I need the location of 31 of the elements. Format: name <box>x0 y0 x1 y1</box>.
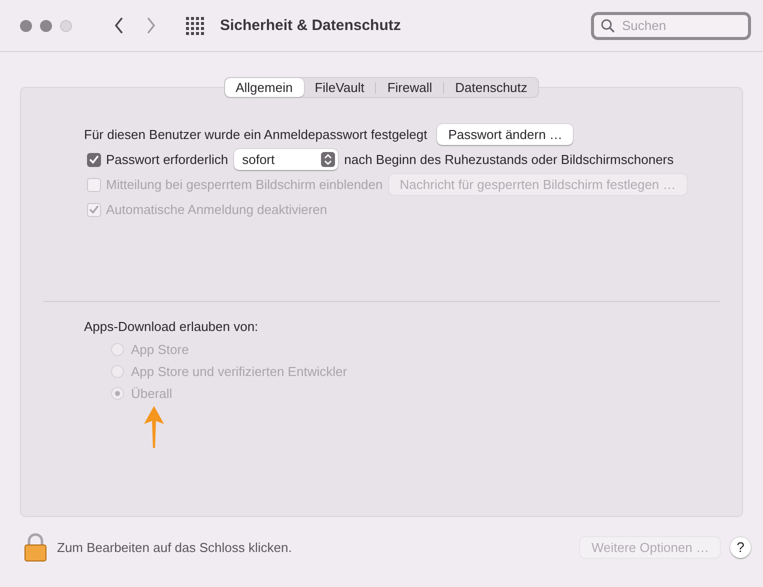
arrow-icon <box>143 406 165 448</box>
section-heading: Apps-Download erlauben von: <box>84 319 258 334</box>
radio-label: App Store <box>131 342 189 356</box>
password-status-text: Für diesen Benutzer wurde ein Anmeldepasswort festgelegt <box>84 127 428 142</box>
lock-icon[interactable] <box>24 532 47 562</box>
radio-label: Überall <box>131 386 172 400</box>
delay-description: nach Beginn des Ruhezustands oder Bildschirmschoners <box>344 152 674 167</box>
search-field[interactable]: Suchen <box>591 12 751 40</box>
search-icon <box>601 18 615 32</box>
close-button[interactable] <box>20 20 32 32</box>
tab[interactable]: Allgemein <box>224 78 304 97</box>
checkbox-label: Automatische Anmeldung deaktivieren <box>106 202 328 217</box>
checkbox-label: Passwort erforderlich <box>106 152 228 167</box>
zoom-button[interactable] <box>60 20 72 32</box>
tab[interactable]: FileVault <box>304 78 376 97</box>
minimize-button[interactable] <box>40 20 52 32</box>
checkbox-label: Mitteilung bei gesperrtem Bildschirm einblenden <box>106 177 383 192</box>
grid-icon[interactable] <box>186 16 204 34</box>
radio-label: App Store und verifizierten Entwickler <box>131 364 348 378</box>
back-icon[interactable] <box>114 17 124 34</box>
lock-hint-text: Zum Bearbeiten auf das Schloss klicken. <box>57 540 292 554</box>
change-password-button[interactable]: Passwort ändern … <box>437 124 574 145</box>
delay-dropdown[interactable]: sofort <box>234 149 338 170</box>
window-title: Sicherheit & Datenschutz <box>220 17 401 34</box>
search-input[interactable]: Suchen <box>620 17 744 34</box>
forward-icon[interactable] <box>146 17 156 34</box>
stepper-icon <box>321 152 336 167</box>
tab[interactable]: Firewall <box>376 78 444 97</box>
checkbox[interactable] <box>87 152 101 166</box>
tab[interactable]: Datenschutz <box>444 78 538 97</box>
help-button[interactable]: ? <box>730 536 751 558</box>
